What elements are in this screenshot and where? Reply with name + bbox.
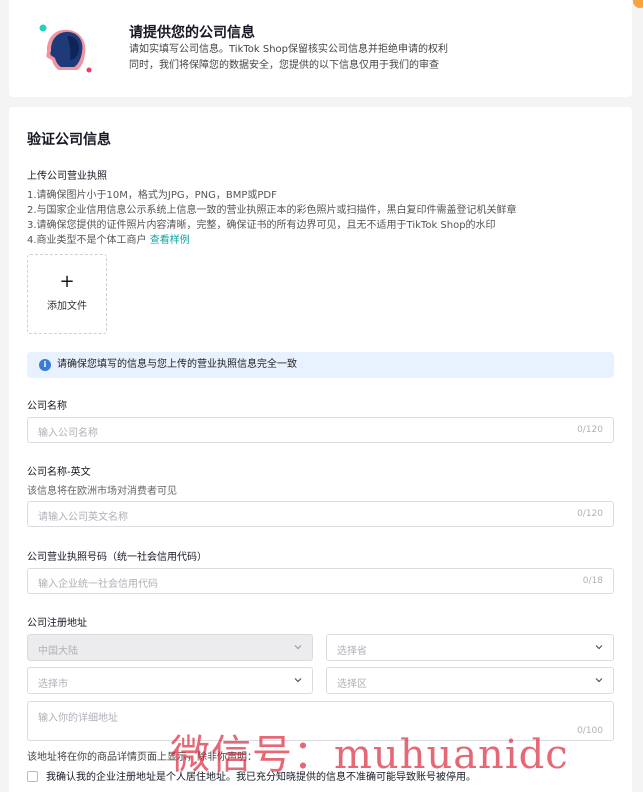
chevron-down-icon — [294, 645, 302, 650]
company-name-en-count: 0/120 — [577, 509, 603, 519]
city-placeholder: 选择市 — [38, 679, 68, 690]
company-info-banner: 请提供您的公司信息 请如实填写公司信息。TikTok Shop保留核实公司信息并… — [9, 0, 632, 97]
description-line-1: 请如实填写公司信息。TikTok Shop保留核实公司信息并拒绝申请的权利 — [129, 44, 449, 55]
section-title: 验证公司信息 — [27, 132, 111, 148]
rule-3: 3.请确保您提供的证件照片内容清晰，完整，确保证书的所有边界可见，且无不适用于T… — [27, 220, 496, 231]
chevron-down-icon — [595, 645, 603, 650]
rule-4-text: 4.商业类型不是个体工商户 — [27, 235, 147, 246]
view-example-link[interactable]: 查看样例 — [150, 235, 190, 246]
company-name-count: 0/120 — [577, 425, 603, 435]
page-title: 请提供您的公司信息 — [129, 25, 255, 41]
chevron-down-icon — [595, 678, 603, 683]
company-name-en-hint: 该信息将在欧洲市场对消费者可见 — [27, 486, 177, 497]
chevron-down-icon — [294, 678, 302, 683]
company-name-en-label: 公司名称-英文 — [27, 467, 91, 478]
license-number-placeholder: 输入企业统一社会信用代码 — [38, 579, 158, 590]
rule-1: 1.请确保图片小于10M，格式为JPG，PNG，BMP或PDF — [27, 190, 277, 201]
upload-license-label: 上传公司营业执照 — [27, 171, 107, 182]
license-number-count: 0/18 — [582, 576, 603, 586]
watermark-text: 微信号：muhuanidc — [170, 732, 569, 778]
verify-company-card: 验证公司信息 上传公司营业执照 1.请确保图片小于10M，格式为JPG，PNG，… — [9, 107, 632, 792]
license-number-input[interactable]: 输入企业统一社会信用代码 0/18 — [27, 568, 614, 594]
corner-dot — [633, 0, 643, 8]
address-detail-placeholder: 输入你的详细地址 — [38, 713, 118, 724]
page-description: 请如实填写公司信息。TikTok Shop保留核实公司信息并拒绝申请的权利 同时… — [129, 42, 448, 74]
notice-text: 请确保您填写的信息与您上传的营业执照信息完全一致 — [57, 359, 297, 370]
company-name-en-input[interactable]: 请输入公司英文名称 0/120 — [27, 501, 614, 527]
address-label: 公司注册地址 — [27, 618, 87, 629]
province-placeholder: 选择省 — [337, 646, 367, 657]
company-name-label: 公司名称 — [27, 401, 67, 412]
profile-illustration-icon — [39, 24, 92, 73]
company-name-input[interactable]: 输入公司名称 0/120 — [27, 417, 614, 443]
district-select[interactable]: 选择区 — [326, 667, 614, 694]
rule-4: 4.商业类型不是个体工商户 查看样例 — [27, 233, 517, 248]
country-select: 中国大陆 — [27, 634, 313, 661]
upload-rules: 1.请确保图片小于10M，格式为JPG，PNG，BMP或PDF 2.与国家企业信… — [27, 188, 517, 248]
confirm-checkbox[interactable] — [27, 771, 38, 782]
license-number-label: 公司营业执照号码（统一社会信用代码） — [27, 552, 207, 563]
company-name-en-placeholder: 请输入公司英文名称 — [38, 512, 128, 523]
info-notice: i 请确保您填写的信息与您上传的营业执照信息完全一致 — [27, 352, 614, 378]
address-detail-count: 0/100 — [577, 726, 603, 736]
info-icon: i — [39, 359, 51, 371]
add-file-button[interactable]: + 添加文件 — [27, 254, 107, 334]
province-select[interactable]: 选择省 — [326, 634, 614, 661]
rule-2: 2.与国家企业信用信息公示系统上信息一致的营业执照正本的彩色照片或扫描件，黑白复… — [27, 205, 517, 216]
company-name-placeholder: 输入公司名称 — [38, 428, 98, 439]
city-select[interactable]: 选择市 — [27, 667, 313, 694]
district-placeholder: 选择区 — [337, 679, 367, 690]
description-line-2: 同时，我们将保障您的数据安全，您提供的以下信息仅用于我们的审查 — [129, 60, 439, 71]
country-value: 中国大陆 — [38, 646, 78, 657]
add-file-label: 添加文件 — [47, 301, 87, 312]
plus-icon: + — [59, 271, 75, 292]
